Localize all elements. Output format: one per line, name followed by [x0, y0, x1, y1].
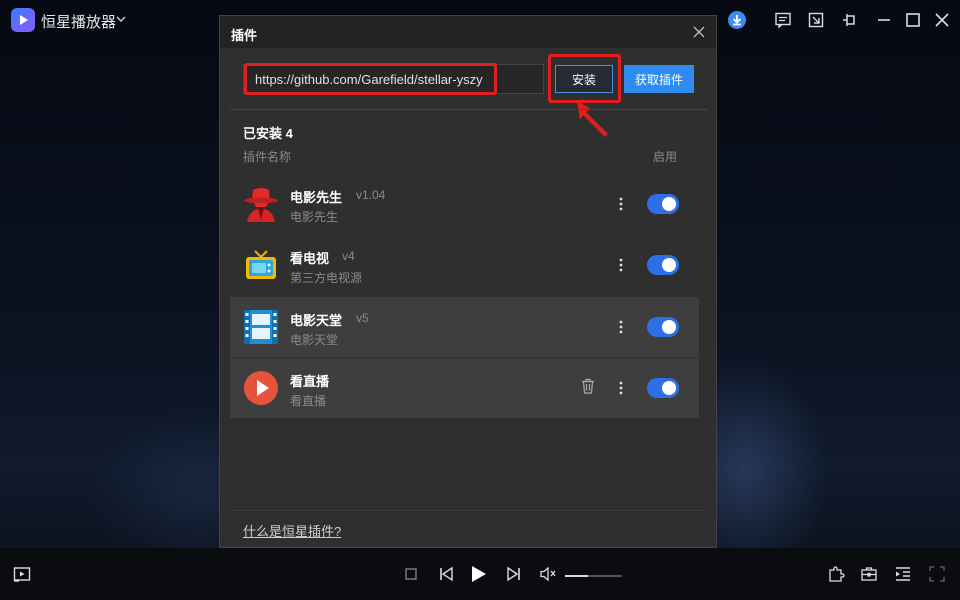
plugin-row[interactable]: 看电视 v4 第三方电视源 [230, 235, 699, 296]
column-header-name: 插件名称 [243, 150, 292, 164]
volume-slider[interactable] [565, 575, 622, 577]
dialog-header: 插件 [220, 16, 716, 48]
enable-toggle[interactable] [647, 194, 679, 214]
plugin-url-input[interactable] [243, 64, 544, 94]
screenshot-icon[interactable] [805, 9, 827, 31]
trash-icon[interactable] [581, 378, 595, 394]
volume-icon[interactable] [538, 564, 558, 584]
plugin-name: 电影天堂 [290, 313, 343, 328]
pin-icon[interactable] [839, 9, 861, 31]
plugin-row[interactable]: 电影先生 v1.04 电影先生 [230, 174, 699, 235]
plugin-version: v4 [342, 249, 355, 263]
volume-slider-fill [565, 575, 588, 577]
dialog-close-icon[interactable] [692, 25, 706, 39]
tv-icon [246, 250, 276, 279]
more-options-icon[interactable] [616, 318, 626, 336]
app-name[interactable]: 恒星播放器 [41, 11, 116, 32]
enable-toggle[interactable] [647, 317, 679, 337]
fullscreen-icon[interactable] [927, 564, 947, 584]
get-plugins-button[interactable]: 获取插件 [624, 65, 694, 93]
enable-toggle[interactable] [647, 255, 679, 275]
enable-toggle[interactable] [647, 378, 679, 398]
app-logo-icon[interactable] [11, 8, 35, 32]
close-icon[interactable] [931, 9, 953, 31]
dialog-title: 插件 [231, 28, 258, 43]
plugin-row[interactable]: 看直播 看直播 [230, 357, 699, 418]
play-circle-icon [244, 371, 278, 405]
column-header-enable: 启用 [653, 150, 678, 164]
plugin-list: 电影先生 v1.04 电影先生 看电视 v4 第三方电视源 电影天堂 v5 电影… [230, 174, 699, 418]
download-icon[interactable] [726, 9, 748, 31]
spy-hat-icon [244, 188, 278, 222]
installed-count-label: 已安装 4 [243, 126, 293, 141]
play-icon[interactable] [468, 564, 488, 584]
plugin-name: 电影先生 [290, 190, 343, 205]
toggle-knob [662, 320, 676, 334]
plugin-row[interactable]: 电影天堂 v5 电影天堂 [230, 296, 699, 357]
more-options-icon[interactable] [616, 256, 626, 274]
film-paradise-icon [244, 310, 278, 344]
more-options-icon[interactable] [616, 379, 626, 397]
toggle-knob [662, 197, 676, 211]
previous-icon[interactable] [436, 564, 456, 584]
playlist-toggle-icon[interactable] [893, 564, 913, 584]
plugin-name: 看电视 [290, 251, 330, 266]
help-link[interactable]: 什么是恒星插件? [243, 521, 341, 540]
plugin-description: 电影先生 [290, 210, 339, 224]
plugin-description: 第三方电视源 [290, 271, 363, 285]
divider [230, 109, 708, 110]
toggle-knob [662, 258, 676, 272]
next-icon[interactable] [504, 564, 524, 584]
message-icon[interactable] [772, 9, 794, 31]
footer-divider [230, 510, 708, 511]
playlist-icon[interactable] [12, 564, 32, 584]
plugin-description: 电影天堂 [290, 333, 339, 347]
plugin-dialog: 插件 安装 获取插件 已安装 4 插件名称 启用 电影先生 v1.04 电影先生 [219, 15, 717, 548]
plugin-version: v5 [356, 311, 369, 325]
plugin-version: v1.04 [356, 188, 386, 202]
more-options-icon[interactable] [616, 195, 626, 213]
plugin-name: 看直播 [290, 374, 330, 389]
chevron-down-icon[interactable] [114, 12, 128, 26]
plugin-puzzle-icon[interactable] [826, 564, 846, 584]
pointer-arrow-icon [577, 101, 608, 137]
stop-icon[interactable] [401, 564, 421, 584]
toggle-knob [662, 381, 676, 395]
player-control-bar [0, 548, 960, 600]
install-button[interactable]: 安装 [555, 65, 613, 93]
maximize-icon[interactable] [902, 9, 924, 31]
plugin-description: 看直播 [290, 394, 327, 408]
toolbox-icon[interactable] [859, 564, 879, 584]
minimize-icon[interactable] [873, 9, 895, 31]
